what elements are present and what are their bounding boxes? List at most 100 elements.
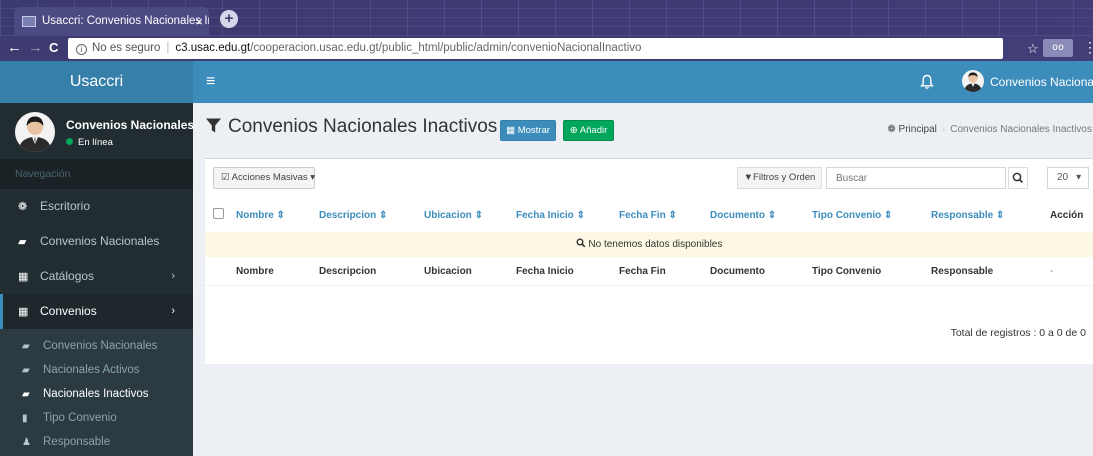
sidebar-item-label: Catálogos [40,269,95,283]
close-tab-icon[interactable]: × [195,7,203,36]
caret-down-icon: ▾ [1076,172,1082,183]
avatar[interactable] [962,70,984,92]
table-header: Nombre ⇕ Descripcion ⇕ Ubicacion ⇕ Fecha… [205,199,1093,232]
column-header-responsable[interactable]: Responsable ⇕ [931,199,1004,232]
back-arrow-icon[interactable]: ← [7,40,22,56]
url-separator: | [166,42,170,54]
bookmark-icon: ▮ [22,413,28,424]
table-icon: ▦ [18,271,29,283]
url-input[interactable]: i No es seguro | c3.usac.edu.gt/cooperacion… [68,38,1003,59]
search-icon [1012,172,1024,184]
dashboard-icon: ❁ [18,201,28,213]
user-status: En línea [66,137,113,148]
footer-column-tipo-convenio: Tipo Convenio [812,266,882,277]
column-header-documento[interactable]: Documento ⇕ [710,199,776,232]
filtros-orden-label: Filtros y Orden [753,172,816,183]
sidebar-item-label: Convenios [40,304,97,318]
sidebar-submenu: ▰ Convenios Nacionales ▰ Nacionales Activo… [0,329,193,456]
sidebar-subitem-label: Responsable [43,436,111,448]
footer-column-responsable: Responsable [931,266,994,277]
per-page-select[interactable]: 20 ▾ [1047,167,1089,189]
top-navbar: ≡ Convenios Nacionales [193,61,1093,103]
empty-table-row: No tenemos datos disponibles [205,232,1093,257]
book-icon: ▰ [22,389,30,400]
nav-header: Navegación [0,159,193,189]
acciones-masivas-dropdown[interactable]: ☑ Acciones Masivas ▾ [213,167,315,189]
table-icon: ▦ [506,125,518,136]
filter-icon: ▼ [743,172,754,183]
sidebar-item-convenios[interactable]: ▦ Convenios › [0,294,193,329]
book-icon: ▰ [22,365,30,376]
sidebar-subitem-nacionales-inactivos[interactable]: ▰ Nacionales Inactivos [0,382,193,406]
table-icon: ▦ [18,306,29,318]
sidebar-item-convenios-nacionales[interactable]: ▰ Convenios Nacionales [0,224,193,259]
sidebar-toggle-icon[interactable]: ≡ [206,61,215,103]
total-records: Total de registros : 0 a 0 de 0 [950,327,1086,339]
plus-circle-icon: ⊕ [569,125,580,136]
forward-arrow-icon[interactable]: → [28,40,43,56]
sidebar-subitem-nacionales-activos[interactable]: ▰ Nacionales Activos [0,358,193,382]
header-user-name[interactable]: Convenios Nacionales [990,61,1093,103]
page-title-text: Convenios Nacionales Inactivos [228,116,498,137]
sidebar-item-escritorio[interactable]: ❁ Escritorio [0,189,193,224]
column-header-descripcion[interactable]: Descripcion ⇕ [319,199,387,232]
breadcrumb-home[interactable]: Principal [899,124,937,135]
mostrar-button[interactable]: ▦ Mostrar [500,120,556,141]
breadcrumb-separator: › [941,124,946,135]
search-button[interactable] [1008,167,1028,189]
book-icon: ▰ [18,236,27,248]
acciones-masivas-label: Acciones Masivas [231,172,308,183]
sidebar-item-label: Convenios Nacionales [40,234,160,248]
column-header-nombre[interactable]: Nombre ⇕ [236,199,285,232]
filtros-orden-button[interactable]: ▼Filtros y Orden [737,167,822,189]
sidebar-subitem-label: Tipo Convenio [43,412,117,424]
extension-icon[interactable]: oo [1043,39,1073,57]
user-status-label: En línea [78,137,113,148]
column-header-fecha-fin[interactable]: Fecha Fin ⇕ [619,199,677,232]
bookmark-star-icon[interactable]: ☆ [1027,41,1039,57]
checkbox-edit-icon: ☑ [221,172,232,183]
sidebar-user-name: Convenios Nacionales [66,118,195,132]
page-title: Convenios Nacionales Inactivos [205,116,497,138]
search-input[interactable] [826,167,1006,189]
bell-icon[interactable] [920,74,934,90]
sidebar-subitem-label: Nacionales Activos [43,364,140,376]
per-page-value: 20 [1057,172,1069,183]
sidebar-subitem-convenios-nacionales[interactable]: ▰ Convenios Nacionales [0,334,193,358]
favicon-icon [22,16,36,27]
caret-down-icon: ▾ [307,172,316,183]
sidebar-subitem-responsable[interactable]: ♟ Responsable [0,430,193,454]
reload-icon[interactable]: C [49,40,58,56]
new-tab-button[interactable]: + [220,10,238,28]
footer-column-accion: - [1050,266,1054,277]
add-button-label: Añadir [579,125,608,136]
column-header-tipo-convenio[interactable]: Tipo Convenio ⇕ [812,199,892,232]
mostrar-button-label: Mostrar [517,125,550,136]
chevron-right-icon: › [171,305,175,317]
footer-column-nombre: Nombre [236,266,274,277]
app-logo[interactable]: Usaccri [0,61,193,103]
dashboard-icon: ❁ [887,124,899,135]
address-bar: ← → C i No es seguro | c3.usac.edu.gt/coope… [0,36,1093,61]
security-label: No es seguro [92,42,161,54]
column-header-ubicacion[interactable]: Ubicacion ⇕ [424,199,483,232]
empty-message: No tenemos datos disponibles [588,239,723,250]
sidebar: Convenios Nacionales En línea Navegación… [0,103,195,456]
sidebar-subitem-label: Convenios Nacionales [43,340,158,352]
column-header-fecha-inicio[interactable]: Fecha Inicio ⇕ [516,199,585,232]
add-button[interactable]: ⊕ Añadir [563,120,614,141]
tab-title: Usaccri: Convenios Nacionales In [42,15,209,27]
info-icon[interactable]: i [76,44,87,55]
user-panel: Convenios Nacionales En línea [0,103,195,159]
browser-tab[interactable]: Usaccri: Convenios Nacionales In × [14,7,209,36]
select-all-checkbox[interactable] [213,208,224,219]
footer-column-fecha-inicio: Fecha Inicio [516,266,574,277]
footer-column-ubicacion: Ubicacion [424,266,472,277]
sidebar-subitem-tipo-convenio[interactable]: ▮ Tipo Convenio [0,406,193,430]
browser-menu-icon[interactable]: ⋮ [1083,39,1093,56]
sidebar-item-catalogos[interactable]: ▦ Catálogos › [0,259,193,294]
table-footer: Nombre Descripcion Ubicacion Fecha Inici… [205,257,1093,286]
browser-tab-strip: Usaccri: Convenios Nacionales In × + [0,0,1093,36]
footer-column-documento: Documento [710,266,765,277]
url-host: c3.usac.edu.gt [175,42,251,54]
